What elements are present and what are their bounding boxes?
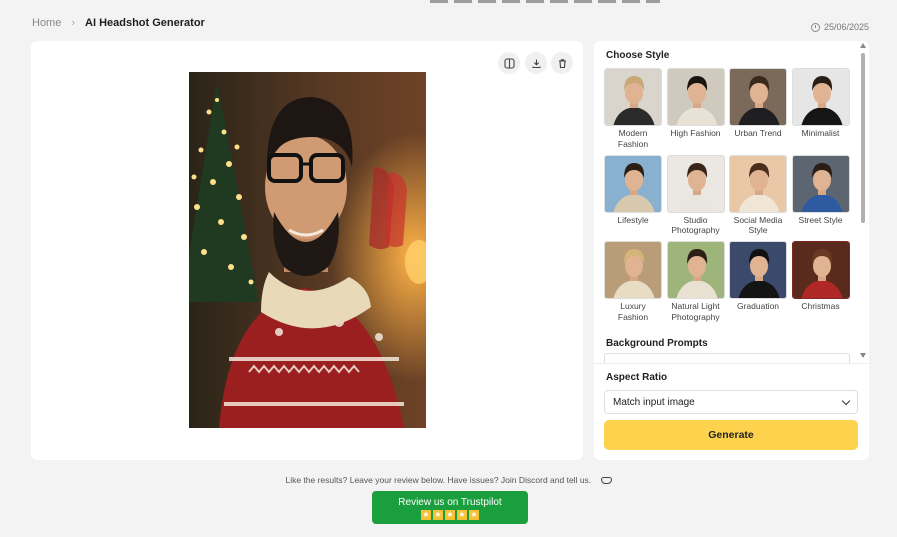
style-card[interactable]: Minimalist [791,68,850,139]
style-thumbnail [729,154,787,213]
star-icon: ★ [433,510,443,520]
style-thumbnail [666,241,725,299]
trash-icon [558,58,566,68]
aspect-ratio-select[interactable]: Match input image [604,390,858,414]
style-card[interactable]: Social Media Style [729,154,787,236]
trustpilot-review-button[interactable]: Review us on Trustpilot ★ ★ ★ ★ ★ [372,491,528,524]
image-preview-panel [31,41,583,460]
style-label: Lifestyle [617,214,649,225]
trustpilot-label: Review us on Trustpilot [398,497,502,508]
style-label: Modern Fashion [617,128,649,149]
style-card[interactable]: Natural Light Photography [666,241,725,322]
headshot-photo [189,72,426,428]
clock-icon [810,22,820,32]
style-label: Street Style [798,214,843,225]
style-card[interactable]: Street Style [791,154,850,226]
background-prompts-field[interactable] [604,353,850,363]
compare-button[interactable] [498,52,520,74]
scroll-down-icon[interactable] [860,353,866,358]
style-thumbnail [791,241,850,299]
style-card[interactable]: Graduation [729,241,787,312]
style-thumbnail [666,68,725,126]
style-settings-panel: Choose Style Modern Fashion High Fashion U… [594,41,869,460]
style-label: Minimalist [801,128,840,138]
style-thumbnail [791,68,850,126]
star-icon: ★ [421,510,431,520]
style-label: Graduation [736,301,780,311]
style-card[interactable]: Studio Photography [666,154,725,236]
download-button[interactable] [525,52,547,74]
date-display: 25/06/2025 [810,22,869,32]
trustpilot-stars: ★ ★ ★ ★ ★ [372,510,528,520]
scroll-up-icon[interactable] [860,43,866,48]
style-thumbnail [791,154,850,213]
style-thumbnail [604,68,662,126]
style-thumbnail [604,241,662,299]
star-icon: ★ [469,510,479,520]
style-card[interactable]: Luxury Fashion [604,241,662,322]
style-thumbnail [666,154,725,213]
breadcrumb: Home › AI Headshot Generator [32,17,205,29]
delete-button[interactable] [551,52,573,74]
style-label: Natural Light Photography [671,301,720,322]
style-card[interactable]: Urban Trend [729,68,787,139]
breadcrumb-current: AI Headshot Generator [85,17,205,29]
style-card[interactable]: Christmas [791,241,850,312]
star-icon: ★ [457,510,467,520]
breadcrumb-separator: › [71,17,76,29]
feedback-text: Like the results? Leave your review belo… [285,475,592,485]
style-card[interactable]: Lifestyle [604,154,662,226]
style-label: Studio Photography [671,214,720,236]
chevron-down-icon [841,396,851,405]
style-card[interactable]: Modern Fashion [604,68,662,149]
feedback-message: Like the results? Leave your review belo… [0,475,897,485]
style-thumbnail [729,241,787,299]
style-thumbnail [729,68,787,126]
style-label: High Fashion [670,128,721,138]
style-label: Social Media Style [733,214,783,236]
style-thumbnail [604,154,662,213]
star-icon: ★ [445,510,455,520]
style-label: Urban Trend [734,128,782,138]
aspect-ratio-value: Match input image [613,396,695,408]
download-icon [531,59,541,68]
date-text: 25/06/2025 [823,22,869,32]
style-label: Luxury Fashion [617,301,649,322]
generate-button[interactable]: Generate [604,420,858,450]
discord-icon[interactable] [600,477,612,485]
top-decorative-line [430,0,660,3]
background-prompts-title: Background Prompts [606,338,708,349]
compare-icon [503,57,515,69]
generated-headshot-image [189,72,426,428]
style-label: Christmas [801,301,840,311]
style-card[interactable]: High Fashion [666,68,725,139]
aspect-ratio-title: Aspect Ratio [606,372,668,383]
scrollbar-thumb[interactable] [861,53,865,223]
choose-style-title: Choose Style [606,50,670,61]
panel-divider [594,363,869,364]
breadcrumb-home-link[interactable]: Home [32,17,61,29]
